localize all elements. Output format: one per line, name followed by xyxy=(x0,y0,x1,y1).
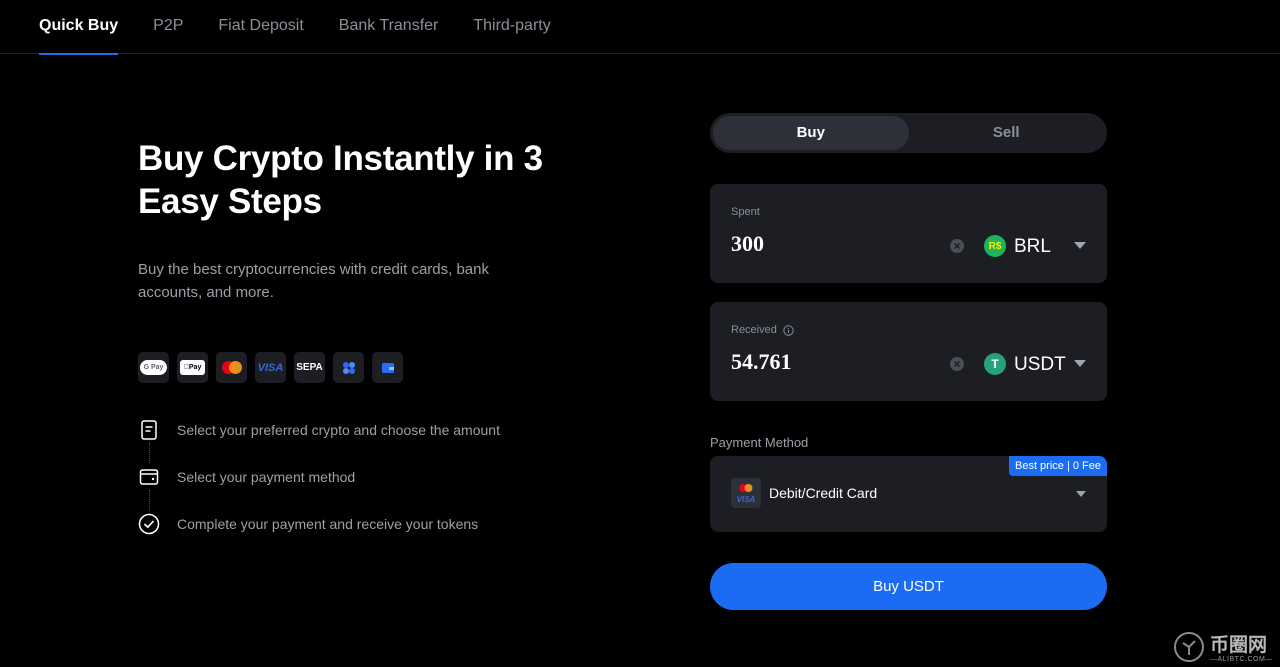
payment-method-value: Debit/Credit Card xyxy=(769,485,878,501)
sepa-label: SEPA xyxy=(296,362,323,373)
step-text: Select your preferred crypto and choose … xyxy=(177,422,500,438)
wallet-glyph xyxy=(381,362,394,373)
clear-icon[interactable] xyxy=(950,357,964,371)
received-field: Received 54.761 T USDT xyxy=(710,302,1107,401)
sell-tab[interactable]: Sell xyxy=(909,116,1105,150)
brl-coin-icon: R$ xyxy=(984,235,1006,257)
received-amount-input[interactable]: 54.761 xyxy=(731,349,792,375)
trade-card: Buy Sell Spent 300 R$ BRL Received 54.76… xyxy=(710,113,1107,610)
document-icon xyxy=(138,419,160,441)
google-pay-label: G Pay xyxy=(140,360,167,375)
step-text: Select your payment method xyxy=(177,469,356,485)
steps-list: Select your preferred crypto and choose … xyxy=(138,419,500,560)
tab-quick-buy[interactable]: Quick Buy xyxy=(39,0,119,55)
spent-currency-label[interactable]: BRL xyxy=(1014,236,1051,258)
mastercard-circles xyxy=(221,361,242,374)
wallet-app-icon xyxy=(333,352,364,383)
hero-section: Buy Crypto Instantly in 3 Easy Steps Buy… xyxy=(138,137,578,535)
step-connector xyxy=(149,490,150,510)
tab-fiat-deposit[interactable]: Fiat Deposit xyxy=(218,0,303,54)
watermark-subtext: —ALIBTC.COM— xyxy=(1210,656,1273,663)
chevron-down-icon[interactable] xyxy=(1074,242,1086,250)
chevron-down-icon[interactable] xyxy=(1076,491,1086,498)
wallet-icon xyxy=(372,352,403,383)
step-item: Complete your payment and receive your t… xyxy=(138,513,500,560)
watermark-icon xyxy=(1174,632,1204,662)
tab-third-party[interactable]: Third-party xyxy=(473,0,550,54)
spent-label: Spent xyxy=(731,206,760,218)
watermark-logo: 币圈网 —ALIBTC.COM— xyxy=(1172,628,1280,667)
buy-usdt-button[interactable]: Buy USDT xyxy=(710,563,1107,610)
visa-label: VISA xyxy=(257,361,284,374)
tab-p2p[interactable]: P2P xyxy=(153,0,183,54)
usdt-coin-icon: T xyxy=(984,353,1006,375)
received-label-text: Received xyxy=(731,324,777,336)
svg-text:VISA: VISA xyxy=(737,495,756,504)
wallet-app-glyph xyxy=(342,361,355,374)
payment-method-label: Payment Method xyxy=(710,435,809,450)
card-icon: VISA xyxy=(731,478,761,508)
spent-field: Spent 300 R$ BRL xyxy=(710,184,1107,283)
buy-sell-toggle: Buy Sell xyxy=(710,113,1107,153)
top-navigation: Quick Buy P2P Fiat Deposit Bank Transfer… xyxy=(0,0,1280,55)
received-label: Received xyxy=(731,324,794,336)
buy-tab[interactable]: Buy xyxy=(713,116,909,150)
google-pay-icon: G Pay xyxy=(138,352,169,383)
mastercard-icon xyxy=(216,352,247,383)
spent-amount-input[interactable]: 300 xyxy=(731,231,764,257)
received-currency-label[interactable]: USDT xyxy=(1014,354,1066,376)
check-circle-icon xyxy=(138,513,160,535)
watermark-text: 币圈网 xyxy=(1210,635,1268,656)
chevron-down-icon[interactable] xyxy=(1074,360,1086,368)
info-icon[interactable] xyxy=(783,324,794,336)
step-connector xyxy=(149,443,150,463)
apple-pay-text: Pay xyxy=(186,364,201,371)
apple-pay-icon: Pay xyxy=(177,352,208,383)
tab-bank-transfer[interactable]: Bank Transfer xyxy=(339,0,439,54)
payment-methods-row: G Pay Pay VISA SEPA xyxy=(138,352,403,383)
payment-method-select[interactable]: Best price | 0 Fee VISA Debit/Credit Car… xyxy=(710,456,1107,532)
clear-icon[interactable] xyxy=(950,239,964,253)
wallet-icon xyxy=(138,466,160,488)
sepa-icon: SEPA xyxy=(294,352,325,383)
hero-title: Buy Crypto Instantly in 3 Easy Steps xyxy=(138,139,543,221)
visa-icon: VISA xyxy=(255,352,286,383)
hero-subtitle: Buy the best cryptocurrencies with credi… xyxy=(138,261,489,301)
step-item: Select your payment method xyxy=(138,466,500,513)
apple-pay-label: Pay xyxy=(180,360,205,375)
step-text: Complete your payment and receive your t… xyxy=(177,516,479,532)
step-item: Select your preferred crypto and choose … xyxy=(138,419,500,466)
spent-label-text: Spent xyxy=(731,206,760,218)
best-price-badge: Best price | 0 Fee xyxy=(1008,456,1107,476)
